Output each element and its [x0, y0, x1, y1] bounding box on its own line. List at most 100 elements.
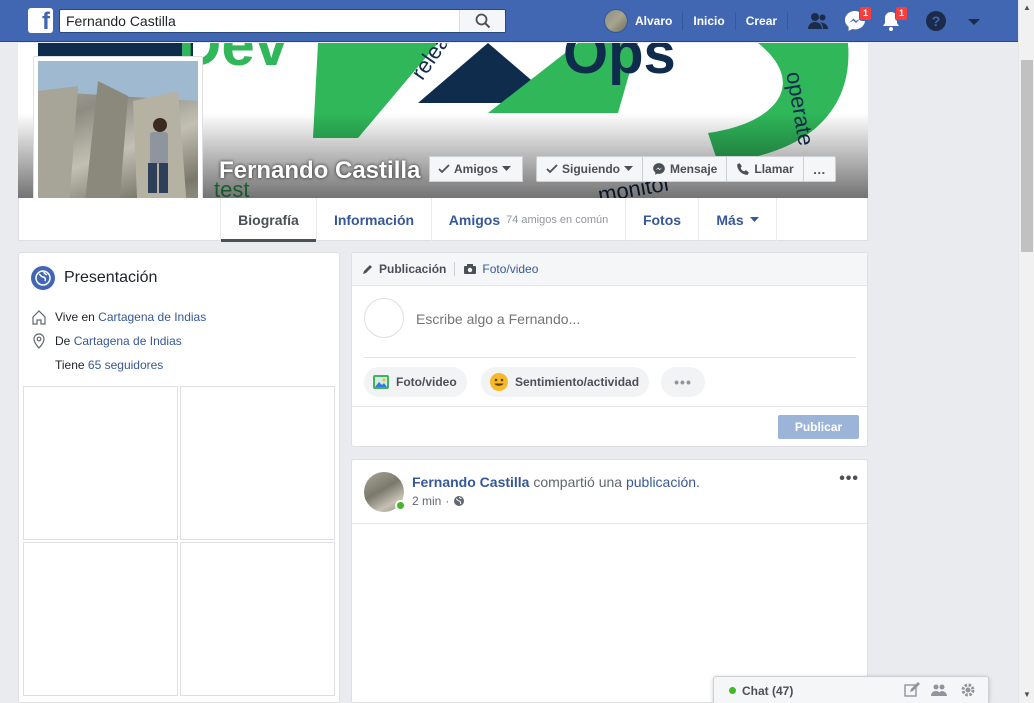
- cover-word-ops: Ops: [563, 43, 676, 86]
- tab-label: Fotos: [642, 211, 682, 228]
- intro-followers-prefix: Tiene: [55, 358, 85, 372]
- profile-photo-image: [38, 61, 198, 221]
- photo-video-pill-label: Foto/video: [396, 375, 457, 389]
- tab-information[interactable]: Información: [317, 198, 432, 241]
- intro-from-prefix: De: [55, 334, 71, 348]
- feed-post: Fernando Castilla compartió una publicac…: [351, 459, 868, 703]
- profile-actions-group: Siguiendo Mensaje Llamar …: [536, 156, 836, 182]
- scroll-up-arrow-icon[interactable]: ▲: [1019, 0, 1034, 16]
- nav-profile-link[interactable]: Alvaro Inicio Crear: [604, 0, 798, 42]
- post-meta-separator: ·: [445, 494, 450, 508]
- new-message-icon[interactable]: [904, 682, 920, 698]
- more-options-button[interactable]: …: [804, 157, 835, 181]
- post-header: Fernando Castilla compartió una publicac…: [412, 474, 700, 490]
- help-icon[interactable]: ?: [924, 9, 948, 33]
- post-composer: Publicación Foto/video Foto/video Sentim…: [351, 252, 868, 447]
- post-author-link[interactable]: Fernando Castilla: [412, 474, 529, 490]
- featured-photo-slot[interactable]: [180, 542, 335, 696]
- composer-tab-photo[interactable]: Foto/video: [463, 262, 538, 276]
- following-button[interactable]: Siguiendo: [537, 157, 643, 181]
- search-button[interactable]: [459, 10, 505, 32]
- composer-text-input[interactable]: [416, 311, 836, 327]
- post-shared-link[interactable]: publicación.: [626, 474, 700, 490]
- following-button-label: Siguiendo: [562, 162, 620, 176]
- composer-tab-post-label: Publicación: [379, 262, 447, 276]
- phone-icon: [737, 163, 750, 175]
- featured-photo-slot[interactable]: [180, 386, 335, 540]
- intro-lives-link[interactable]: Cartagena de Indias: [98, 310, 206, 324]
- featured-photo-slot[interactable]: [23, 542, 178, 696]
- chat-label: Chat (47): [742, 684, 794, 698]
- composer-tab-divider: [454, 262, 456, 276]
- nav-home-link[interactable]: Inicio: [693, 14, 724, 28]
- message-button[interactable]: Mensaje: [643, 157, 728, 181]
- tab-label: Más: [716, 211, 744, 228]
- more-options-icon: …: [812, 161, 826, 177]
- messenger-icon: [653, 163, 665, 175]
- featured-photos-grid: [23, 386, 336, 698]
- messenger-icon[interactable]: 1: [843, 6, 872, 33]
- group-chat-icon[interactable]: [931, 682, 947, 698]
- composer-more-button[interactable]: •••: [661, 367, 705, 397]
- friends-button-label: Amigos: [454, 162, 499, 176]
- intro-followers-link[interactable]: 65 seguidores: [88, 358, 163, 372]
- location-pin-icon: [33, 333, 45, 349]
- facebook-logo-icon[interactable]: f: [28, 8, 53, 35]
- intro-title: Presentación: [64, 269, 158, 286]
- friend-requests-icon[interactable]: [806, 9, 830, 33]
- friends-button[interactable]: Amigos: [429, 156, 523, 182]
- nav-user-name: Alvaro: [635, 14, 673, 28]
- nav-create-link[interactable]: Crear: [746, 14, 777, 28]
- composer-tab-post[interactable]: Publicación: [362, 262, 446, 276]
- tab-biography[interactable]: Biografía: [220, 198, 317, 242]
- avatar: [364, 298, 404, 338]
- search-input[interactable]: [66, 13, 456, 29]
- divider: [352, 523, 867, 524]
- post-options-button[interactable]: •••: [839, 470, 859, 488]
- caret-down-icon: [624, 166, 633, 171]
- intro-card: Presentación Vive en Cartagena de Indias…: [18, 252, 340, 703]
- intro-from: De Cartagena de Indias: [55, 334, 182, 348]
- profile-tabs: Biografía Información Amigos 74 amigos e…: [18, 198, 868, 242]
- home-icon: [32, 310, 46, 325]
- top-navigation-bar: f Alvaro Inicio Crear 1 1 ?: [0, 0, 1018, 42]
- search-icon: [475, 13, 491, 29]
- more-dots-icon: •••: [674, 374, 692, 390]
- tab-friends[interactable]: Amigos 74 amigos en común: [432, 198, 626, 241]
- call-button-label: Llamar: [754, 162, 794, 176]
- caret-down-icon: [749, 216, 759, 222]
- svg-text:?: ?: [932, 13, 941, 29]
- public-globe-icon[interactable]: [453, 495, 465, 507]
- page-scrollbar[interactable]: ▲ ▼: [1018, 0, 1034, 703]
- scrollbar-thumb[interactable]: [1021, 60, 1033, 252]
- scroll-down-arrow-icon[interactable]: ▼: [1019, 687, 1034, 703]
- call-button[interactable]: Llamar: [727, 157, 804, 181]
- chat-sidebar-tab[interactable]: Chat (47): [713, 676, 989, 703]
- intro-followers: Tiene 65 seguidores: [55, 358, 163, 372]
- tab-photos[interactable]: Fotos: [626, 198, 699, 241]
- profile-name[interactable]: Fernando Castilla: [219, 157, 420, 185]
- notifications-bell-icon[interactable]: 1: [879, 6, 908, 33]
- tab-label: Biografía: [238, 211, 299, 228]
- featured-photo-slot[interactable]: [23, 386, 178, 540]
- account-menu-chevron-down-icon[interactable]: [962, 9, 986, 33]
- publish-button[interactable]: Publicar: [778, 415, 859, 439]
- gear-icon[interactable]: [960, 682, 976, 698]
- intro-lives-prefix: Vive en: [55, 310, 95, 324]
- post-meta: 2 min ·: [412, 494, 465, 508]
- online-status-dot: [729, 687, 736, 694]
- feeling-activity-pill-button[interactable]: Sentimiento/actividad: [481, 367, 650, 397]
- post-timestamp[interactable]: 2 min: [412, 494, 441, 508]
- smiley-icon: [490, 373, 508, 391]
- checkmark-icon: [438, 164, 450, 174]
- tab-label: Amigos: [448, 211, 501, 228]
- globe-icon: [31, 266, 55, 290]
- tab-label: Información: [333, 211, 415, 228]
- online-status-dot: [395, 500, 406, 511]
- tab-more[interactable]: Más: [699, 198, 777, 241]
- composer-tab-photo-label: Foto/video: [482, 262, 539, 276]
- mutual-friends-count: 74 amigos en común: [506, 213, 609, 226]
- photo-video-pill-button[interactable]: Foto/video: [364, 367, 467, 397]
- composer-tabs: Publicación Foto/video: [352, 253, 867, 286]
- intro-from-link[interactable]: Cartagena de Indias: [74, 334, 182, 348]
